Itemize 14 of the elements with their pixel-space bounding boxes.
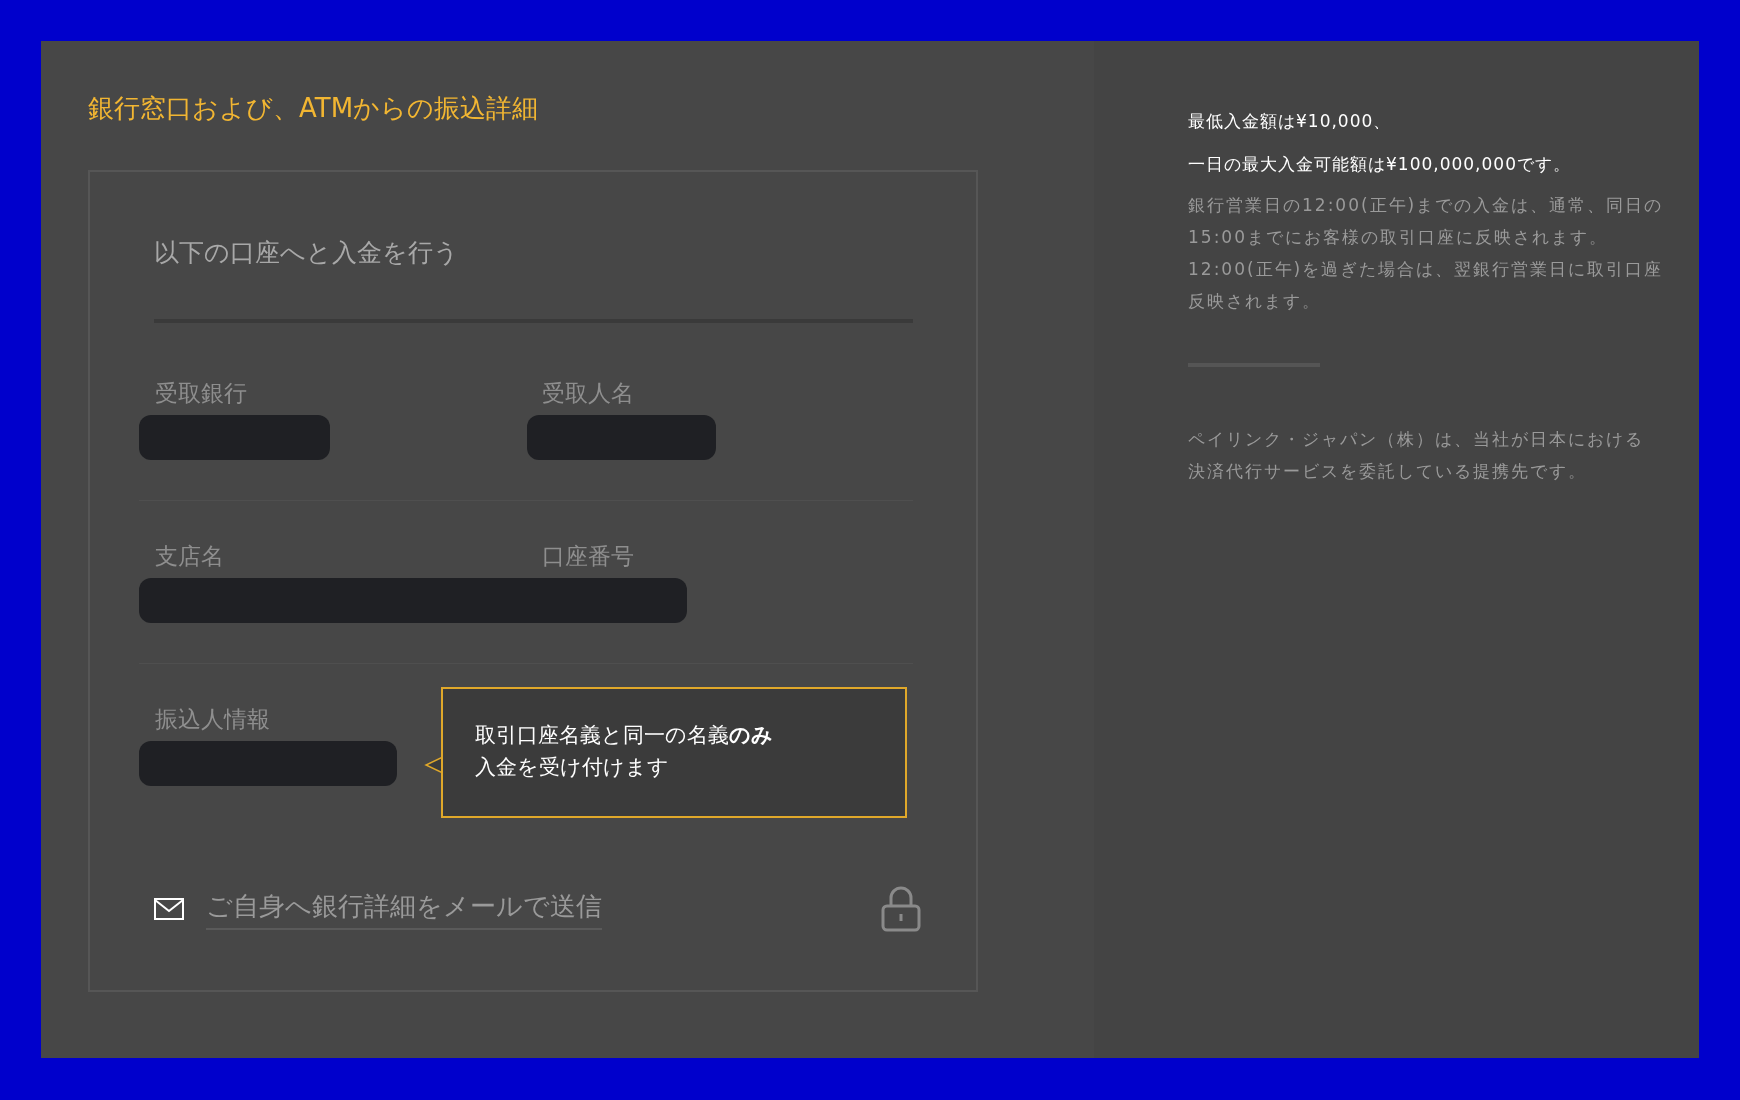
section-title: 銀行窓口および、ATMからの振込詳細 xyxy=(88,92,539,125)
limit-text: 一日の最大入金可能額は¥100,000,000です。 xyxy=(1188,153,1571,176)
limit-text: 最低入金額は¥10,000、 xyxy=(1188,110,1392,133)
field-label: 受取人名 xyxy=(542,379,635,408)
notes-paragraph: 銀行営業日の12:00(正午)までの入金は、通常、同日の 15:00までにお客様の取引口座に反映されます。 12:00(正午)を過ぎた場合は、翌銀行営業日に取引口座 反映されます。 xyxy=(1188,194,1664,313)
field-label: 支店名 xyxy=(155,542,225,571)
partner-paragraph: ペイリンク・ジャパン（株）は、当社が日本における 決済代行サービスを委託している提携先です。 xyxy=(1188,428,1644,483)
field-label: 受取銀行 xyxy=(155,379,248,408)
mail-icon xyxy=(154,898,184,920)
field-label: 口座番号 xyxy=(542,542,635,571)
email-link[interactable]: ご自身へ銀行詳細をメールで送信 xyxy=(206,888,602,930)
card-heading: 以下の口座へと入金を行う xyxy=(154,237,459,269)
lock-icon xyxy=(881,886,921,932)
tooltip-text: 取引口座名義と同一の名義のみ 入金を受け付けます xyxy=(475,722,773,781)
